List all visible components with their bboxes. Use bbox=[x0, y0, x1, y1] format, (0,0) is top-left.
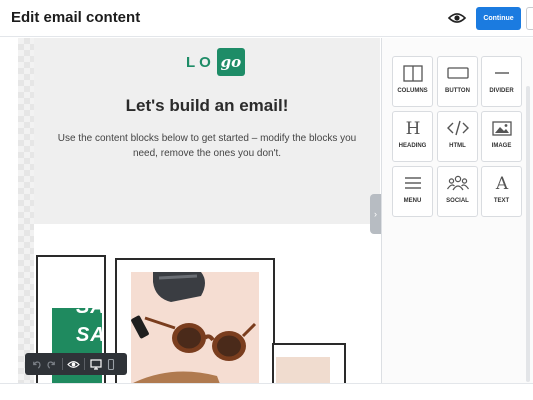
block-label: DIVIDER bbox=[489, 88, 514, 94]
block-menu[interactable]: MENU bbox=[392, 166, 433, 217]
toolbar-divider bbox=[84, 358, 85, 370]
menu-icon bbox=[404, 177, 421, 189]
logo-go-badge: go bbox=[216, 48, 245, 76]
block-social[interactable]: SOCIAL bbox=[437, 166, 478, 217]
logo-lo-text: LO bbox=[186, 53, 215, 71]
panel-scrollbar[interactable] bbox=[526, 86, 530, 382]
svg-text:H: H bbox=[405, 119, 420, 137]
email-intro-section[interactable]: LO go Let's build an email! Use the cont… bbox=[34, 38, 380, 224]
continue-button[interactable]: Continue bbox=[476, 7, 521, 30]
image-icon bbox=[491, 120, 512, 136]
block-label: BUTTON bbox=[445, 88, 470, 94]
block-label: HEADING bbox=[398, 143, 427, 149]
heading-icon: H bbox=[405, 119, 420, 137]
block-label: MENU bbox=[403, 198, 422, 204]
panel-collapse-handle[interactable]: › bbox=[370, 194, 381, 234]
canvas-toolbar bbox=[25, 353, 127, 375]
block-button[interactable]: BUTTON bbox=[437, 56, 478, 107]
button-icon bbox=[446, 67, 469, 79]
eye-icon bbox=[67, 360, 80, 368]
eye-icon bbox=[447, 13, 467, 23]
top-bar: Edit email content Continue bbox=[0, 0, 533, 37]
mobile-view-button[interactable] bbox=[103, 357, 118, 372]
page-title: Edit email content bbox=[11, 9, 141, 26]
block-label: HTML bbox=[449, 143, 466, 149]
block-image[interactable]: IMAGE bbox=[481, 111, 522, 162]
svg-text:A: A bbox=[494, 174, 508, 192]
undo-button[interactable] bbox=[29, 357, 44, 372]
block-text[interactable]: A TEXT bbox=[481, 166, 522, 217]
bottom-bar bbox=[0, 383, 533, 400]
more-button[interactable] bbox=[526, 7, 533, 30]
desktop-view-button[interactable] bbox=[88, 357, 103, 372]
block-html[interactable]: HTML bbox=[437, 111, 478, 162]
logo: LO go bbox=[186, 48, 245, 76]
block-label: COLUMNS bbox=[397, 88, 428, 94]
social-icon bbox=[446, 175, 469, 191]
redo-icon bbox=[47, 360, 55, 369]
redo-button[interactable] bbox=[44, 357, 59, 372]
sale-text-line2: SAL bbox=[76, 324, 119, 346]
html-icon bbox=[446, 120, 469, 136]
text-icon: A bbox=[494, 174, 508, 192]
block-label: TEXT bbox=[493, 198, 510, 204]
sale-text-line1: SAL bbox=[76, 296, 119, 318]
sunglasses-photo bbox=[131, 272, 259, 392]
undo-icon bbox=[33, 360, 41, 369]
block-divider[interactable]: DIVIDER bbox=[481, 56, 522, 107]
mobile-icon bbox=[107, 358, 114, 370]
divider-icon bbox=[494, 72, 509, 74]
block-label: SOCIAL bbox=[446, 198, 469, 204]
block-heading[interactable]: H HEADING bbox=[392, 111, 433, 162]
toolbar-divider bbox=[62, 358, 63, 370]
chevron-right-icon: › bbox=[374, 209, 377, 219]
email-body-text[interactable]: Use the content blocks below to get star… bbox=[56, 131, 358, 161]
columns-icon bbox=[402, 64, 423, 82]
block-label: IMAGE bbox=[491, 143, 512, 149]
toolbar-preview-button[interactable] bbox=[66, 357, 81, 372]
block-columns[interactable]: COLUMNS bbox=[392, 56, 433, 107]
desktop-icon bbox=[89, 358, 102, 370]
content-blocks-panel: COLUMNS BUTTON DIVIDER H HEADING HTML IM… bbox=[381, 38, 533, 383]
preview-button[interactable] bbox=[447, 9, 467, 27]
email-heading[interactable]: Let's build an email! bbox=[34, 96, 380, 116]
